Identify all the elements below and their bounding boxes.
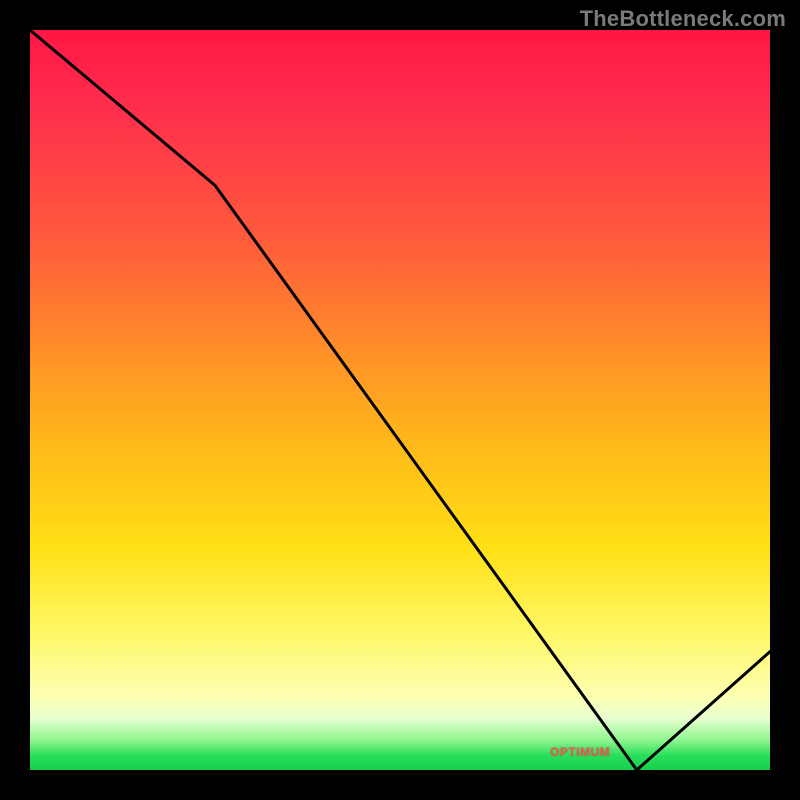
optimum-annotation: OPTIMUM (550, 745, 610, 759)
watermark-text: TheBottleneck.com (580, 6, 786, 32)
gradient-background (30, 30, 770, 770)
plot-area: OPTIMUM (30, 30, 770, 770)
chart-frame: TheBottleneck.com OPTIMUM (0, 0, 800, 800)
